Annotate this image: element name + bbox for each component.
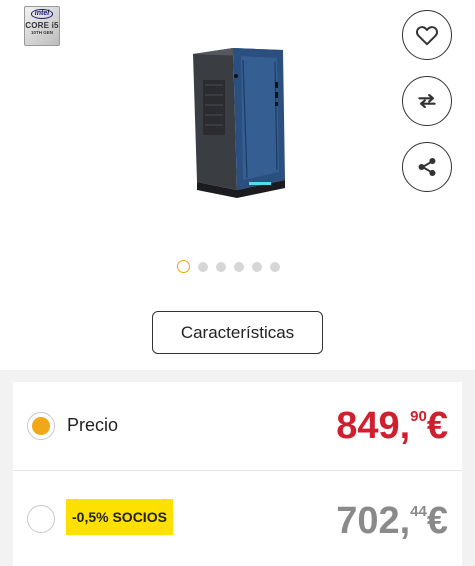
intel-logo: intel [30, 9, 54, 19]
price-label: Precio [67, 415, 119, 435]
carousel-dot-6[interactable] [270, 261, 280, 272]
share-icon [418, 158, 436, 176]
product-image[interactable] [185, 40, 295, 200]
price-option-normal[interactable]: Precio 849, 90 € [13, 382, 462, 470]
price-normal: 849, 90 € [336, 406, 448, 446]
price-socios: 702, 44 € [336, 501, 448, 541]
swap-arrows-icon [418, 93, 436, 109]
price-radio-socios[interactable] [27, 505, 55, 533]
share-button[interactable] [402, 142, 452, 192]
price-socios-decimals: 44 [410, 503, 427, 520]
compare-button[interactable] [402, 76, 452, 126]
price-socios-integer: 702, [336, 500, 411, 542]
carousel-dot-2[interactable] [198, 261, 208, 272]
processor-line: CORE i5 [25, 21, 59, 30]
price-socios-currency: € [426, 500, 448, 542]
carousel-dot-1[interactable] [177, 260, 190, 273]
socios-discount-badge: -0,5% SOCIOS [66, 499, 173, 535]
intel-core-i5-badge: intel CORE i5 10TH GEN [24, 6, 60, 46]
carousel-dots [177, 260, 280, 273]
heart-icon [416, 26, 438, 46]
price-normal-currency: € [426, 405, 448, 447]
price-normal-decimals: 90 [410, 408, 427, 425]
processor-generation: 10TH GEN [30, 30, 53, 35]
price-normal-integer: 849, [336, 405, 411, 447]
carousel-dot-3[interactable] [216, 261, 226, 272]
characteristics-button[interactable]: Características [152, 311, 323, 354]
carousel-dot-4[interactable] [234, 261, 244, 272]
favorite-button[interactable] [402, 10, 452, 60]
price-options: Precio 849, 90 € -0,5% SOCIOS 702, 44 € [0, 370, 475, 566]
price-option-socios[interactable]: -0,5% SOCIOS 702, 44 € [13, 471, 462, 566]
carousel-dot-5[interactable] [252, 261, 262, 272]
price-radio-normal[interactable] [27, 412, 55, 440]
